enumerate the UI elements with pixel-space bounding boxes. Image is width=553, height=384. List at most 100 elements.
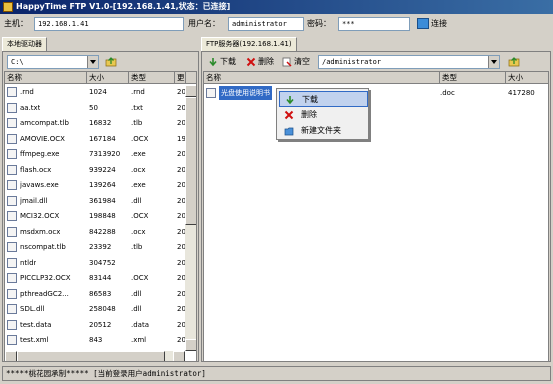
chevron-down-icon[interactable]: [488, 56, 499, 68]
local-file-row[interactable]: msdxm.ocx 842288 .ocx 20: [5, 225, 196, 239]
download-button[interactable]: 下载: [208, 55, 236, 69]
local-file-size: 7313920: [89, 150, 121, 158]
remote-file-list: 名称 类型 大小 光盘使用说明书 .doc 417280: [203, 71, 549, 362]
local-file-name: aa.txt: [20, 103, 41, 112]
column-type[interactable]: 类型: [129, 72, 175, 84]
password-label: 密码：: [307, 19, 331, 28]
local-list-header: 名称 大小 类型 更: [5, 72, 196, 84]
hscroll-thumb[interactable]: [17, 351, 165, 361]
local-vscrollbar[interactable]: [185, 85, 196, 351]
column-name[interactable]: 名称: [5, 72, 87, 84]
local-file-icon: [7, 319, 17, 330]
local-file-row[interactable]: flash.ocx 939224 .ocx 20: [5, 163, 196, 177]
local-file-type: .dll: [131, 289, 142, 298]
scroll-left-button[interactable]: [5, 351, 17, 361]
app-icon: [3, 2, 13, 12]
column-size[interactable]: 大小: [506, 72, 548, 84]
local-file-size: 1024: [89, 88, 107, 96]
local-file-type: .exe: [131, 150, 146, 158]
scroll-up-button[interactable]: [185, 85, 196, 97]
local-file-type: .ocx: [131, 165, 146, 174]
remote-list-header: 名称 类型 大小: [204, 72, 548, 84]
menu-item-label: 新建文件夹: [301, 126, 341, 135]
local-file-type: .ocx: [131, 227, 146, 236]
local-file-row[interactable]: .rnd 1024 .rnd 20: [5, 85, 196, 99]
local-file-type: .OCX: [131, 212, 149, 220]
local-file-row[interactable]: amcompat.tlb 16832 .tlb 20: [5, 116, 196, 130]
download-arrow-icon: [286, 96, 294, 105]
tab-local-drive[interactable]: 本地驱动器: [2, 37, 47, 51]
remote-path-select[interactable]: /administrator: [318, 55, 500, 69]
remote-file-type: .doc: [440, 89, 455, 97]
local-file-size: 258048: [89, 305, 116, 313]
column-name[interactable]: 名称: [204, 72, 440, 84]
local-file-row[interactable]: test.xml 843 .xml 20: [5, 333, 196, 347]
user-label: 用户名：: [188, 19, 220, 28]
local-file-name: amcompat.tlb: [20, 119, 69, 127]
local-file-size: 86583: [89, 289, 112, 298]
local-file-size: 16832: [89, 119, 112, 127]
host-label: 主机：: [4, 19, 28, 28]
download-label: 下载: [220, 57, 236, 66]
new-folder-icon: [284, 127, 294, 136]
local-file-name: pthreadGC2...: [20, 289, 69, 298]
local-hscrollbar[interactable]: [5, 351, 185, 361]
local-file-row[interactable]: MCI32.OCX 198848 .OCX 20: [5, 209, 196, 223]
chevron-down-icon[interactable]: [87, 56, 98, 68]
local-file-row[interactable]: aa.txt 50 .txt 20: [5, 101, 196, 115]
local-path-select[interactable]: C:\: [7, 55, 99, 69]
column-size[interactable]: 大小: [87, 72, 129, 84]
local-file-row[interactable]: test.data 20512 .data 20: [5, 318, 196, 332]
user-input[interactable]: administrator: [228, 17, 304, 31]
local-file-type: .rnd: [131, 88, 145, 96]
connect-label: 连接: [431, 19, 447, 28]
local-file-row[interactable]: javaws.exe 139264 .exe 20: [5, 178, 196, 192]
connect-icon: [417, 18, 429, 29]
local-file-size: 50: [89, 103, 98, 112]
host-input[interactable]: 192.168.1.41: [34, 17, 184, 31]
local-path-value: C:\: [11, 58, 24, 66]
local-file-icon: [7, 118, 17, 128]
delete-button[interactable]: 删除: [246, 55, 274, 69]
menu-item-label: 下载: [302, 95, 318, 104]
local-file-row[interactable]: ffmpeg.exe 7313920 .exe 20: [5, 147, 196, 161]
menu-item-label: 删除: [301, 110, 317, 119]
local-file-icon: [7, 273, 17, 283]
local-file-size: 939224: [89, 165, 116, 174]
menu-item-delete[interactable]: 删除: [279, 107, 368, 123]
remote-file-name: 光盘使用说明书: [219, 86, 272, 100]
local-file-size: 843: [89, 336, 103, 344]
download-arrow-icon: [209, 58, 217, 67]
local-file-size: 198848: [89, 212, 116, 220]
local-file-size: 139264: [89, 181, 116, 189]
password-input[interactable]: ***: [338, 17, 410, 31]
local-file-row[interactable]: jmail.dll 361984 .dll 20: [5, 194, 196, 208]
local-file-icon: [7, 149, 17, 159]
column-type[interactable]: 类型: [440, 72, 506, 84]
status-bar: *****桃花园承制***** [当前登录用户administrator]: [2, 366, 551, 381]
local-file-row[interactable]: PICCLP32.OCX 83144 .OCX 20: [5, 271, 196, 285]
local-file-row[interactable]: SDL.dll 258048 .dll 20: [5, 302, 196, 316]
local-file-row[interactable]: AMOVIE.OCX 167184 .OCX 19: [5, 132, 196, 146]
local-file-size: 83144: [89, 274, 112, 282]
delete-label: 删除: [258, 57, 274, 66]
scroll-right-button[interactable]: [173, 351, 185, 361]
folder-up-icon[interactable]: [105, 56, 117, 67]
local-file-row[interactable]: nscompat.tlb 23392 .tlb 20: [5, 240, 196, 254]
connect-button[interactable]: 连接: [417, 17, 447, 31]
scroll-down-button[interactable]: [185, 339, 196, 351]
local-file-name: nscompat.tlb: [20, 243, 66, 251]
remote-file-row[interactable]: 光盘使用说明书 .doc 417280: [204, 86, 548, 100]
local-file-row[interactable]: ntldr 304752 20: [5, 256, 196, 270]
tab-ftp-server[interactable]: FTP服务器(192.168.1.41): [201, 37, 297, 51]
local-file-name: SDL.dll: [20, 305, 45, 313]
folder-up-icon[interactable]: [508, 56, 520, 67]
local-file-row[interactable]: pthreadGC2... 86583 .dll 20: [5, 287, 196, 301]
scroll-thumb[interactable]: [185, 97, 196, 225]
remote-file-size: 417280: [508, 89, 535, 97]
menu-item-download[interactable]: 下载: [279, 91, 368, 107]
menu-item-new-folder[interactable]: 新建文件夹: [279, 123, 368, 139]
column-date[interactable]: 更: [175, 72, 186, 84]
clear-button[interactable]: 清空: [282, 55, 310, 69]
local-file-name: javaws.exe: [20, 181, 59, 189]
